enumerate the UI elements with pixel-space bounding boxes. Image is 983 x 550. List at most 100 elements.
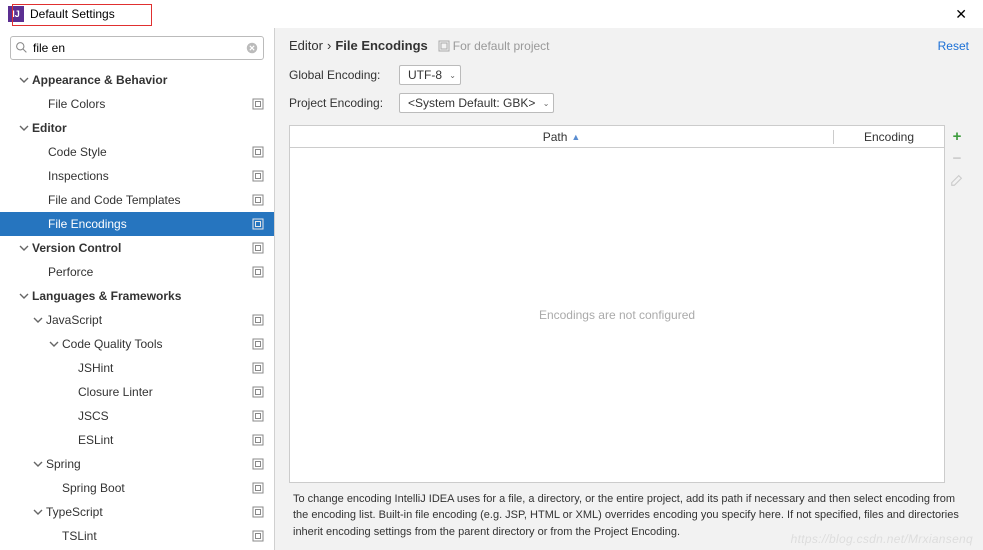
sidebar-item-appearance-behavior[interactable]: Appearance & Behavior — [0, 68, 274, 92]
chevron-down-icon: ⌄ — [543, 99, 550, 108]
chevron-down-icon — [18, 122, 30, 134]
global-encoding-value: UTF-8 — [408, 68, 442, 82]
sidebar-item-languages-frameworks[interactable]: Languages & Frameworks — [0, 284, 274, 308]
sidebar-item-spring[interactable]: Spring — [0, 452, 274, 476]
sidebar-item-spring-boot[interactable]: Spring Boot — [0, 476, 274, 500]
table-wrap: Path ▲ Encoding Encodings are not config… — [289, 125, 969, 483]
encoding-table: Path ▲ Encoding Encodings are not config… — [289, 125, 945, 483]
window-title: Default Settings — [30, 7, 115, 21]
project-encoding-value: <System Default: GBK> — [408, 96, 535, 110]
sidebar-item-label: Editor — [32, 121, 274, 135]
project-scope-icon — [252, 362, 264, 374]
search-icon — [15, 41, 28, 54]
sidebar-item-label: File Colors — [48, 97, 274, 111]
project-scope-icon — [252, 482, 264, 494]
project-scope-icon — [252, 314, 264, 326]
edit-button[interactable] — [949, 172, 965, 188]
sidebar-item-inspections[interactable]: Inspections — [0, 164, 274, 188]
global-encoding-row: Global Encoding: UTF-8 ⌄ — [289, 65, 969, 85]
sidebar-item-label: Code Quality Tools — [62, 337, 274, 351]
content: Appearance & Behavior File Colors Editor Co… — [0, 28, 983, 550]
close-button[interactable]: ✕ — [947, 6, 975, 23]
col-path[interactable]: Path ▲ — [290, 130, 834, 144]
col-encoding[interactable]: Encoding — [834, 130, 944, 144]
sidebar-item-file-and-code-templates[interactable]: File and Code Templates — [0, 188, 274, 212]
project-scope-icon — [252, 386, 264, 398]
sidebar-item-label: TSLint — [62, 529, 274, 543]
sidebar-item-jscs[interactable]: JSCS — [0, 404, 274, 428]
global-encoding-label: Global Encoding: — [289, 68, 399, 82]
breadcrumb-sep: › — [327, 38, 331, 53]
project-scope-icon — [252, 194, 264, 206]
sidebar-item-perforce[interactable]: Perforce — [0, 260, 274, 284]
project-scope-icon — [252, 242, 264, 254]
breadcrumb-hint-text: For default project — [453, 39, 550, 53]
project-scope-icon — [252, 338, 264, 350]
chevron-down-icon: ⌄ — [449, 71, 456, 80]
breadcrumb: Editor › File Encodings For default proj… — [289, 38, 969, 53]
search-input[interactable] — [10, 36, 264, 60]
chevron-down-icon — [18, 74, 30, 86]
project-scope-icon — [252, 170, 264, 182]
sidebar-item-jshint[interactable]: JSHint — [0, 356, 274, 380]
sidebar-item-typescript[interactable]: TypeScript — [0, 500, 274, 524]
project-scope-icon — [252, 218, 264, 230]
footer-description: To change encoding IntelliJ IDEA uses fo… — [289, 483, 969, 550]
settings-tree: Appearance & Behavior File Colors Editor Co… — [0, 68, 274, 548]
chevron-down-icon — [18, 242, 30, 254]
app-icon: IJ — [8, 6, 24, 22]
sidebar-item-tslint[interactable]: TSLint — [0, 524, 274, 548]
main-panel: Editor › File Encodings For default proj… — [275, 28, 983, 550]
project-scope-icon — [252, 410, 264, 422]
sidebar-item-label: Version Control — [32, 241, 274, 255]
sidebar-item-label: Code Style — [48, 145, 274, 159]
chevron-down-icon — [48, 338, 60, 350]
sidebar-item-code-quality-tools[interactable]: Code Quality Tools — [0, 332, 274, 356]
project-scope-icon — [252, 506, 264, 518]
chevron-down-icon — [32, 506, 44, 518]
sidebar-item-code-style[interactable]: Code Style — [0, 140, 274, 164]
sidebar-item-editor[interactable]: Editor — [0, 116, 274, 140]
add-button[interactable]: + — [949, 128, 965, 144]
sidebar-item-label: JSHint — [78, 361, 274, 375]
sidebar-item-label: File and Code Templates — [48, 193, 274, 207]
table-toolbar: + − — [945, 125, 969, 483]
project-scope-icon — [252, 458, 264, 470]
project-scope-icon — [252, 146, 264, 158]
sidebar-item-label: Perforce — [48, 265, 274, 279]
sidebar-item-eslint[interactable]: ESLint — [0, 428, 274, 452]
chevron-down-icon — [18, 290, 30, 302]
chevron-down-icon — [32, 458, 44, 470]
col-path-label: Path — [543, 130, 568, 144]
breadcrumb-a[interactable]: Editor — [289, 38, 323, 53]
titlebar: IJ Default Settings ✕ — [0, 0, 983, 28]
sidebar-item-label: Spring Boot — [62, 481, 274, 495]
sidebar-item-file-encodings[interactable]: File Encodings — [0, 212, 274, 236]
global-encoding-combo[interactable]: UTF-8 ⌄ — [399, 65, 461, 85]
sidebar-item-label: Closure Linter — [78, 385, 274, 399]
sidebar-item-version-control[interactable]: Version Control — [0, 236, 274, 260]
remove-button[interactable]: − — [949, 150, 965, 166]
project-encoding-row: Project Encoding: <System Default: GBK> … — [289, 93, 969, 113]
project-scope-icon — [252, 98, 264, 110]
sidebar-item-label: JavaScript — [46, 313, 274, 327]
project-scope-icon — [252, 434, 264, 446]
reset-link[interactable]: Reset — [938, 39, 969, 53]
project-encoding-label: Project Encoding: — [289, 96, 399, 110]
sidebar-item-file-colors[interactable]: File Colors — [0, 92, 274, 116]
clear-icon[interactable] — [245, 41, 259, 55]
sidebar-item-javascript[interactable]: JavaScript — [0, 308, 274, 332]
sidebar-item-label: JSCS — [78, 409, 274, 423]
sidebar-item-closure-linter[interactable]: Closure Linter — [0, 380, 274, 404]
search-wrap — [10, 36, 264, 60]
project-icon — [438, 40, 450, 52]
sidebar-item-label: Spring — [46, 457, 274, 471]
pencil-icon — [950, 173, 964, 187]
chevron-down-icon — [32, 314, 44, 326]
project-encoding-combo[interactable]: <System Default: GBK> ⌄ — [399, 93, 554, 113]
sort-asc-icon: ▲ — [571, 132, 580, 142]
project-scope-icon — [252, 266, 264, 278]
sidebar-item-label: File Encodings — [48, 217, 274, 231]
table-header: Path ▲ Encoding — [290, 126, 944, 148]
sidebar-item-label: Languages & Frameworks — [32, 289, 274, 303]
